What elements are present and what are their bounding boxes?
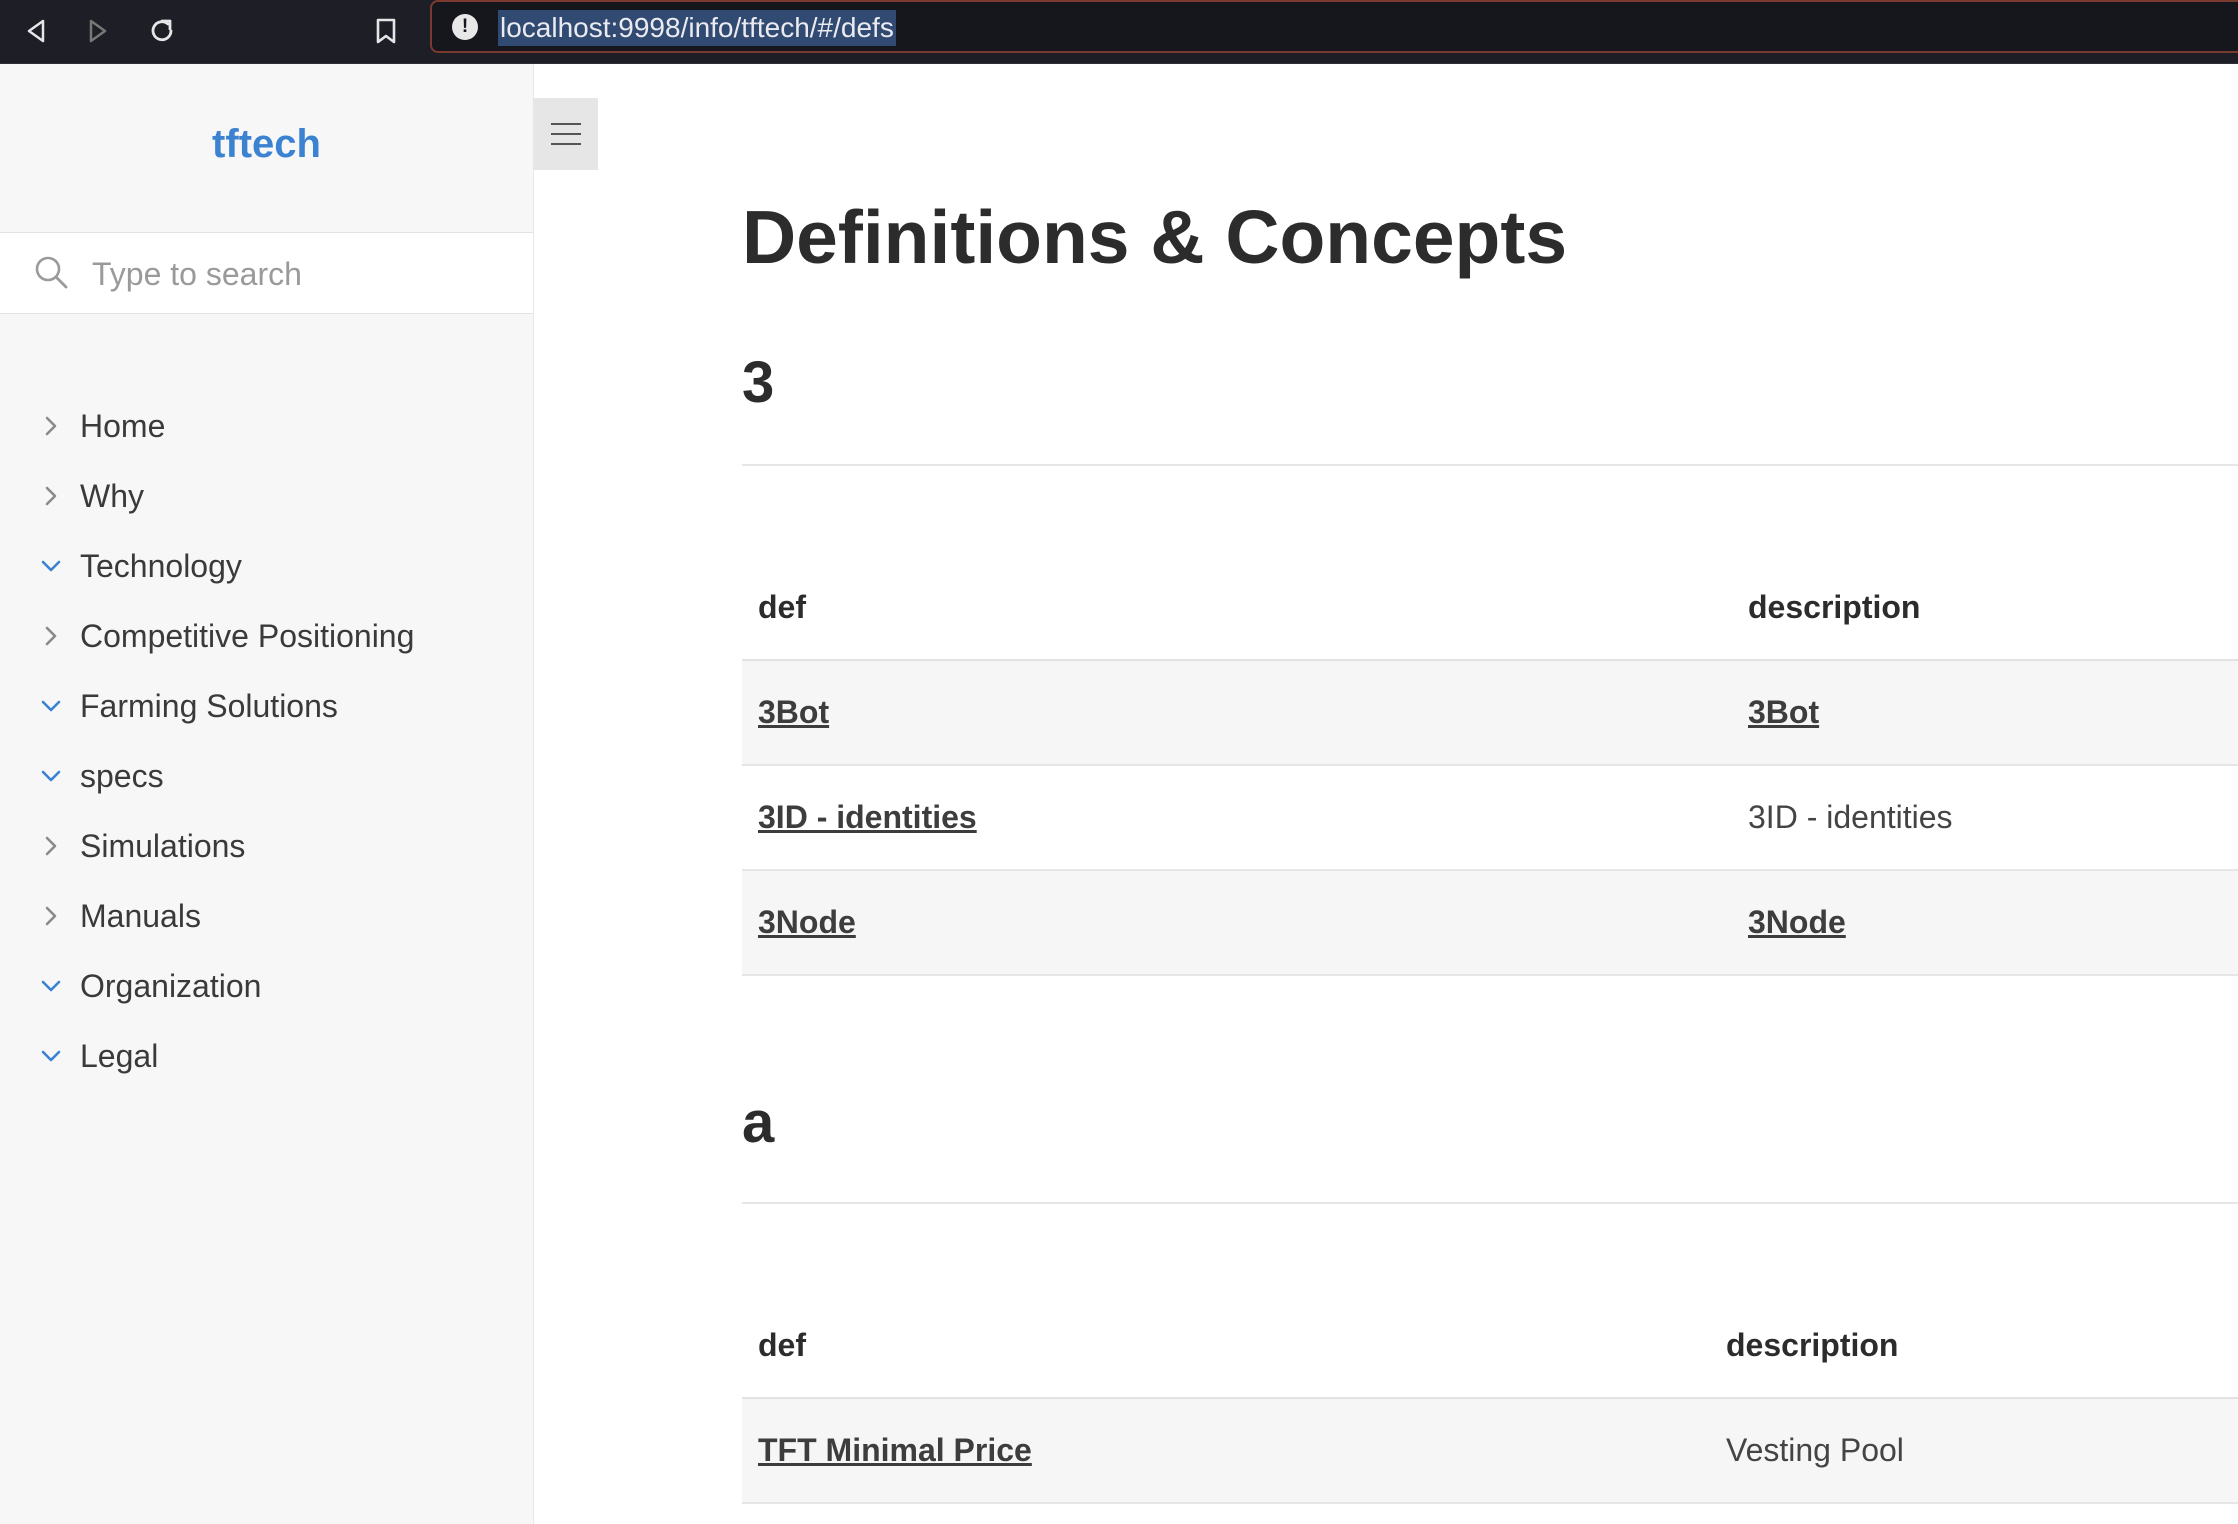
description-link-3bot[interactable]: 3Bot xyxy=(1748,694,1819,731)
description-3id: 3ID - identities xyxy=(1748,799,1953,835)
chevron-right-icon xyxy=(45,626,57,646)
sidebar-item-simulations[interactable]: Simulations xyxy=(0,811,533,881)
def-link-3node[interactable]: 3Node xyxy=(758,904,856,941)
table-header: def description xyxy=(742,559,2238,661)
app-name-link[interactable]: tftech xyxy=(0,122,533,167)
search-box xyxy=(0,232,533,314)
chevron-down-icon xyxy=(41,770,61,782)
sidebar-item-technology[interactable]: Technology xyxy=(0,531,533,601)
chevron-down-icon xyxy=(41,560,61,572)
section-heading-a: a xyxy=(742,1090,775,1155)
def-link-3bot[interactable]: 3Bot xyxy=(758,694,829,731)
def-link-3id[interactable]: 3ID - identities xyxy=(758,799,977,836)
reload-button[interactable] xyxy=(142,11,182,51)
sidebar-item-label: Home xyxy=(80,408,166,444)
definitions-table-3: def description 3Bot 3Bot 3ID - identiti… xyxy=(742,559,2238,976)
reload-icon xyxy=(151,19,173,42)
column-header-description: description xyxy=(1748,589,1921,625)
sidebar-item-label: Technology xyxy=(80,548,242,584)
sidebar-item-label: Legal xyxy=(80,1038,159,1074)
bookmark-icon xyxy=(376,18,396,44)
chevron-down-icon xyxy=(41,700,61,712)
chevron-down-icon xyxy=(41,980,61,992)
section-divider xyxy=(742,464,2238,466)
sidebar-item-organization[interactable]: Organization xyxy=(0,951,533,1021)
table-row: TFT Minimal Price Vesting Pool xyxy=(742,1399,2238,1504)
column-header-def: def xyxy=(758,1327,806,1363)
back-icon xyxy=(27,19,45,43)
sidebar-item-farming-solutions[interactable]: Farming Solutions xyxy=(0,671,533,741)
sidebar-item-label: Organization xyxy=(80,968,262,1004)
section-divider xyxy=(742,1202,2238,1204)
sidebar-item-manuals[interactable]: Manuals xyxy=(0,881,533,951)
sidebar-item-label: Why xyxy=(80,478,144,514)
sidebar-item-label: Simulations xyxy=(80,828,246,864)
sidebar-item-label: Farming Solutions xyxy=(80,688,338,724)
sidebar-item-home[interactable]: Home xyxy=(0,391,533,461)
sidebar-item-why[interactable]: Why xyxy=(0,461,533,531)
sidebar-item-label: Manuals xyxy=(80,898,201,934)
description-vesting-pool: Vesting Pool xyxy=(1726,1432,1904,1468)
address-bar[interactable]: ! localhost:9998/info/tftech/#/defs xyxy=(430,0,2238,53)
description-link-3node[interactable]: 3Node xyxy=(1748,904,1846,941)
chevron-right-icon xyxy=(45,486,57,506)
chevron-right-icon xyxy=(45,906,57,926)
search-input[interactable] xyxy=(90,245,514,303)
url-text[interactable]: localhost:9998/info/tftech/#/defs xyxy=(498,10,896,46)
sidebar-nav: Home Why Technology Competitive Positioning… xyxy=(0,391,533,1091)
sidebar: tftech Home Why Technology Competitive Posi… xyxy=(0,64,534,1524)
sidebar-item-specs[interactable]: specs xyxy=(0,741,533,811)
sidebar-item-label: Competitive Positioning xyxy=(80,618,415,654)
table-row: 3Node 3Node xyxy=(742,871,2238,976)
sidebar-item-competitive-positioning[interactable]: Competitive Positioning xyxy=(0,601,533,671)
definitions-table-a: def description TFT Minimal Price Vestin… xyxy=(742,1297,2238,1504)
forward-button[interactable] xyxy=(78,11,118,51)
page-title: Definitions & Concepts xyxy=(742,195,1568,279)
table-row: 3Bot 3Bot xyxy=(742,661,2238,766)
sidebar-item-label: specs xyxy=(80,758,164,794)
forward-icon xyxy=(89,19,107,43)
section-heading-3: 3 xyxy=(742,350,775,415)
table-row: 3ID - identities 3ID - identities xyxy=(742,766,2238,871)
bookmark-button[interactable] xyxy=(366,11,406,51)
browser-toolbar: ! localhost:9998/info/tftech/#/defs xyxy=(0,0,2238,64)
chevron-right-icon xyxy=(45,416,57,436)
def-link-tft-minimal-price[interactable]: TFT Minimal Price xyxy=(758,1432,1032,1469)
menu-icon xyxy=(550,123,581,145)
chevron-right-icon xyxy=(45,836,57,856)
search-icon xyxy=(35,256,68,289)
column-header-description: description xyxy=(1726,1327,1899,1363)
table-header: def description xyxy=(742,1297,2238,1399)
sidebar-item-legal[interactable]: Legal xyxy=(0,1021,533,1091)
site-info-icon[interactable]: ! xyxy=(452,14,478,40)
column-header-def: def xyxy=(758,589,806,625)
chevron-down-icon xyxy=(41,1050,61,1062)
back-button[interactable] xyxy=(16,11,56,51)
sidebar-toggle-button[interactable] xyxy=(533,98,598,170)
